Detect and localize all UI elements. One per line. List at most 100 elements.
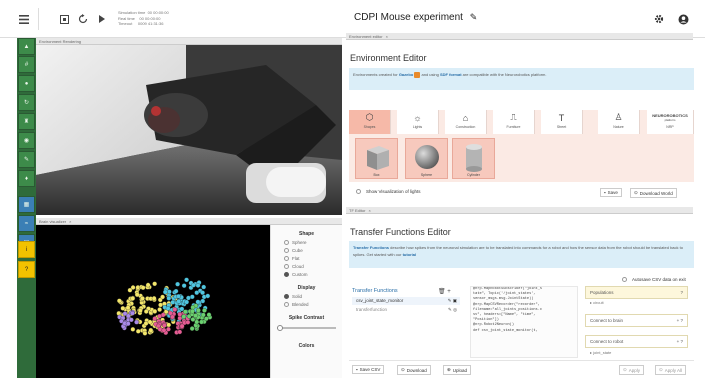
object-box[interactable]: Box <box>355 138 398 179</box>
tab-brain-visualizer[interactable]: Brain visualizer × <box>36 218 342 225</box>
save-csv-button[interactable]: ▪ Save CSV <box>352 365 385 374</box>
shape-header: Shape <box>298 231 314 237</box>
apply-button[interactable]: ⊙ Apply <box>619 365 645 375</box>
tab-tf-editor[interactable]: TF Editor × <box>346 207 693 214</box>
shape-option-sphere[interactable]: Sphere <box>284 240 342 245</box>
category-lights[interactable]: ☼ Lights <box>397 110 439 134</box>
gazebo-link[interactable]: Gazebo <box>399 72 413 77</box>
download-button[interactable]: ⊙ Download <box>397 365 431 375</box>
apply-all-button[interactable]: ⊙ Apply All <box>655 365 687 375</box>
category-street[interactable]: T Street <box>541 110 583 134</box>
sdf-format-link[interactable]: SDF format <box>440 72 462 77</box>
save-icon: ▪ <box>604 190 606 195</box>
apply-icon: ⊙ <box>659 367 663 372</box>
edit-icon[interactable]: ✎ ▣ <box>448 297 457 305</box>
display-option-blended[interactable]: Blended <box>284 302 342 307</box>
display-header: Display <box>297 285 316 291</box>
display-option-solid[interactable]: Solid <box>284 294 342 299</box>
experiment-title: CDPI Mouse experiment ✎ <box>354 12 478 23</box>
divider <box>38 8 39 30</box>
populations-section[interactable]: Populations? <box>585 286 688 299</box>
street-lamp-icon: T <box>558 112 565 123</box>
object-sphere[interactable]: Sphere <box>405 138 448 179</box>
category-nrp[interactable]: NEUROROBOTICS platform NRP <box>647 110 694 134</box>
save-environment-button[interactable]: ▪ Save <box>600 188 622 197</box>
download-world-button[interactable]: ⊙ Download World <box>630 188 677 198</box>
tab-environment-editor[interactable]: Environment editor × <box>346 33 693 40</box>
help-icon[interactable]: ? <box>18 261 35 278</box>
object-cylinder[interactable]: Cylinder <box>452 138 495 179</box>
upload-icon: ⊕ <box>447 367 451 372</box>
user-account-icon[interactable] <box>675 11 691 27</box>
transfer-functions-list-header: Transfer Functions <box>352 288 398 294</box>
robot-icon[interactable]: ♜ <box>18 113 35 130</box>
tf-editor-info: Transfer Functions describe how spikes f… <box>349 241 694 268</box>
tf-item-transferfunction[interactable]: transferfunction ✎ ◎ <box>352 306 460 314</box>
upload-button[interactable]: ⊕ Upload <box>443 365 472 375</box>
spike-train-icon[interactable]: ≈ <box>18 215 35 232</box>
simulation-times: Simulation time 00 00:00:00 Real time 00… <box>118 10 169 26</box>
rotate-icon[interactable]: ↻ <box>18 94 35 111</box>
editor-icon[interactable]: ▦ <box>18 196 35 213</box>
edit-icon[interactable]: ✎ ◎ <box>448 306 457 314</box>
gazebo-logo-icon <box>414 72 421 78</box>
pen-icon[interactable]: ✎ <box>18 151 35 168</box>
save-icon: ▪ <box>356 367 358 372</box>
tf-list-actions: 🗑 + <box>438 288 451 295</box>
object-inspector-icon[interactable]: ● <box>18 75 35 92</box>
tree-icon: ♙ <box>614 112 623 122</box>
grid-icon[interactable]: # <box>18 56 35 73</box>
settings-icon[interactable] <box>651 11 667 27</box>
environment-icon[interactable]: ▲ <box>18 38 35 55</box>
tab-environment-rendering[interactable]: Environment Rendering <box>36 38 342 45</box>
connect-to-robot-section[interactable]: Connect to robot + ? <box>585 335 688 348</box>
object-library: ⬡ Shapes ☼ Lights ⌂ Construction ⎍ Furniture… <box>349 110 694 182</box>
spike-contrast-header: Spike Contrast <box>288 315 325 321</box>
colors-header: Colors <box>298 343 315 349</box>
lightbulb-icon: ☼ <box>413 112 422 123</box>
add-icon[interactable]: + <box>447 289 451 295</box>
cube-outline-icon: ⬡ <box>365 112 374 122</box>
house-icon: ⌂ <box>462 112 469 123</box>
reset-icon[interactable] <box>75 11 91 27</box>
divider <box>349 360 694 361</box>
play-icon[interactable] <box>94 11 110 27</box>
tf-editor-title: Transfer Functions Editor <box>350 227 451 237</box>
menu-icon[interactable] <box>16 11 32 27</box>
category-shapes[interactable]: ⬡ Shapes <box>349 110 391 134</box>
environment-editor-title: Environment Editor <box>350 53 427 63</box>
tutorial-link[interactable]: tutorial <box>403 252 417 257</box>
delete-icon[interactable]: 🗑 <box>438 289 446 295</box>
spike-contrast-slider[interactable] <box>277 325 336 331</box>
shape-option-cloud[interactable]: Cloud <box>284 264 342 269</box>
transfer-functions-link[interactable]: Transfer Functions <box>353 245 389 250</box>
tf-code-editor[interactable]: @nrp.MapRobotSubscriber("joint_s tate", … <box>470 286 578 358</box>
light-icon[interactable]: ♦ <box>18 170 35 187</box>
nrp-logo: NEUROROBOTICS platform <box>652 112 688 122</box>
brain-display-options: Shape Sphere Cube Flat Cloud Custom Disp… <box>270 225 342 378</box>
shape-option-flat[interactable]: Flat <box>284 256 342 261</box>
environment-editor-info: Environments created for Gazebo and usin… <box>349 68 694 90</box>
category-furniture[interactable]: ⎍ Furniture <box>493 110 535 134</box>
show-lights-checkbox[interactable]: Show Visualization of lights <box>356 189 420 194</box>
stop-icon[interactable] <box>56 11 72 27</box>
left-toolbar: ▲ # ● ↻ ♜ ◉ ✎ ♦ ▦ ≈ ▤ i ? <box>17 38 36 378</box>
category-construction[interactable]: ⌂ Construction <box>445 110 487 134</box>
connect-to-brain-section[interactable]: Connect to brain + ? <box>585 314 688 327</box>
apply-icon: ⊙ <box>623 367 627 372</box>
tf-item-csv-joint-state-monitor[interactable]: csv_joint_state_monitor ✎ ▣ <box>352 297 460 305</box>
shape-option-custom[interactable]: Custom <box>284 272 342 277</box>
autosave-csv-checkbox[interactable]: Autosave CSV data on exit <box>622 277 686 282</box>
shape-option-cube[interactable]: Cube <box>284 248 342 253</box>
edit-title-icon[interactable]: ✎ <box>470 12 478 22</box>
brain-icon[interactable]: ◉ <box>18 132 35 149</box>
download-icon: ⊙ <box>401 367 405 372</box>
category-nature[interactable]: ♙ Nature <box>598 110 640 134</box>
download-icon: ⊙ <box>634 190 638 195</box>
sofa-icon: ⎍ <box>510 112 517 122</box>
robot-joint-state[interactable]: ▸ joint_state <box>590 350 611 355</box>
info-icon[interactable]: i <box>18 241 35 258</box>
environment-rendering-view[interactable] <box>36 45 342 215</box>
brain-visualization-view[interactable] <box>36 225 270 378</box>
populations-circuit[interactable]: ▸ circuit <box>590 300 604 305</box>
